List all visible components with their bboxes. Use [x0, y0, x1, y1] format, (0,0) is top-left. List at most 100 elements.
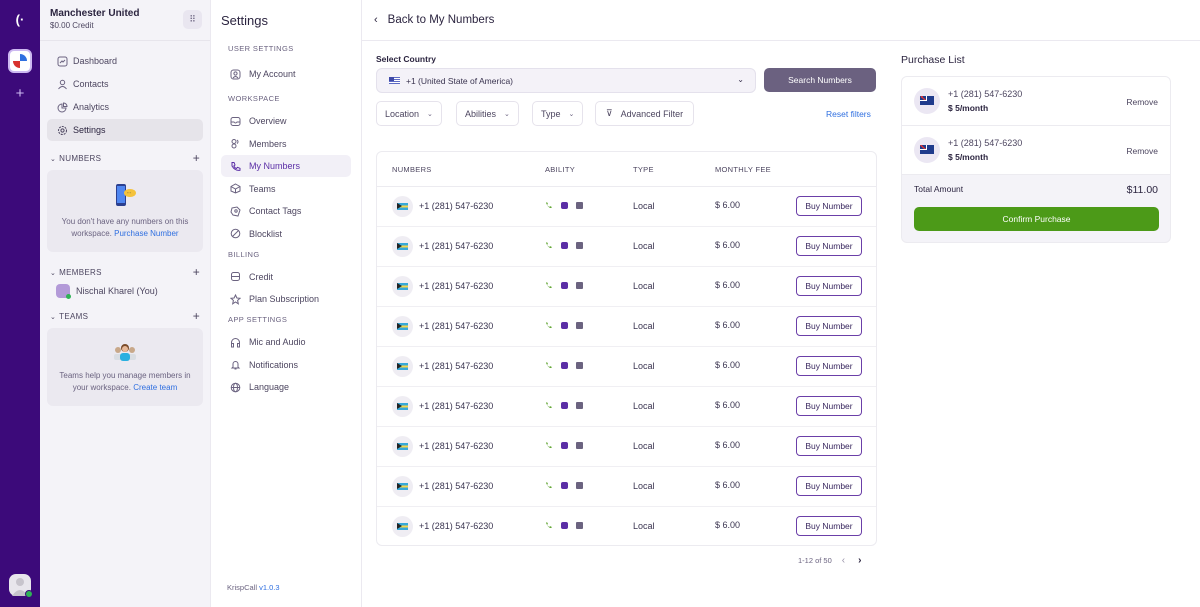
add-member-button[interactable]: + — [193, 265, 200, 279]
call-ability-icon — [546, 362, 552, 369]
numbers-empty-state: ··· You don't have any numbers on this w… — [47, 170, 203, 252]
remove-button[interactable]: Remove — [1126, 146, 1158, 156]
settings-item-teams[interactable]: Teams — [221, 178, 351, 200]
location-filter[interactable]: Location ⌄ — [376, 101, 442, 126]
workspace-switcher[interactable] — [8, 49, 32, 73]
workspace-credit: $0.00 Credit — [50, 21, 94, 30]
nav-label: Analytics — [73, 102, 110, 112]
member-item[interactable]: Nischal Kharel (You) — [40, 280, 210, 302]
database-icon — [230, 271, 241, 282]
buy-number-button[interactable]: Buy Number — [796, 196, 862, 216]
nav-analytics[interactable]: Analytics — [47, 96, 203, 118]
settings-item-my-account[interactable]: My Account — [221, 63, 351, 85]
bahamas-flag-icon — [397, 323, 408, 330]
nav-dashboard[interactable]: Dashboard — [47, 50, 203, 72]
phone-number: +1 (281) 547-6230 — [419, 361, 494, 371]
country-flag — [392, 516, 413, 537]
user-avatar[interactable] — [9, 574, 33, 598]
country-flag — [392, 436, 413, 457]
phone-icon — [230, 161, 241, 172]
version-number[interactable]: v1.0.3 — [259, 583, 279, 592]
filter-label: Location — [385, 108, 420, 119]
confirm-purchase-button[interactable]: Confirm Purchase — [914, 207, 1159, 231]
mms-ability-icon — [576, 482, 583, 489]
buy-number-button[interactable]: Buy Number — [796, 236, 862, 256]
settings-item-my-numbers[interactable]: My Numbers — [221, 155, 351, 177]
settings-item-label: My Account — [249, 69, 296, 79]
sms-ability-icon — [561, 202, 568, 209]
buy-number-button[interactable]: Buy Number — [796, 516, 862, 536]
table-row: +1 (281) 547-6230 Local $ 6.00 Buy Numbe… — [377, 227, 876, 267]
type-filter[interactable]: Type ⌄ — [532, 101, 584, 126]
add-team-button[interactable]: + — [193, 309, 200, 323]
settings-item-overview[interactable]: Overview — [221, 110, 351, 132]
settings-item-label: Mic and Audio — [249, 337, 306, 347]
settings-item-mic-audio[interactable]: Mic and Audio — [221, 331, 351, 353]
buy-number-button[interactable]: Buy Number — [796, 276, 862, 296]
settings-item-language[interactable]: Language — [221, 376, 351, 398]
app-version: KrispCall v1.0.3 — [227, 583, 280, 592]
table-row: +1 (281) 547-6230 Local $ 6.00 Buy Numbe… — [377, 507, 876, 545]
cube-icon — [230, 183, 241, 194]
call-ability-icon — [546, 202, 552, 209]
settings-title: Settings — [221, 13, 268, 28]
settings-item-notifications[interactable]: Notifications — [221, 354, 351, 376]
remove-button[interactable]: Remove — [1126, 97, 1158, 107]
pagination-range: 1-12 of 50 — [798, 556, 832, 565]
header-type: TYPE — [633, 165, 654, 174]
buy-number-button[interactable]: Buy Number — [796, 316, 862, 336]
account-icon — [230, 69, 241, 80]
call-ability-icon — [546, 482, 552, 489]
country-flag — [392, 356, 413, 377]
purchase-list: +1 (281) 547-6230 $ 5/month Remove +1 (2… — [901, 76, 1171, 243]
create-team-link[interactable]: Create team — [133, 383, 177, 392]
dialpad-button[interactable]: ⠿ — [183, 10, 202, 29]
abilities-filter[interactable]: Abilities ⌄ — [456, 101, 519, 126]
add-number-button[interactable]: + — [193, 151, 200, 165]
settings-item-contact-tags[interactable]: Contact Tags — [221, 200, 351, 222]
reset-filters-link[interactable]: Reset filters — [826, 109, 871, 119]
nav-contacts[interactable]: Contacts — [47, 73, 203, 95]
table-row: +1 (281) 547-6230 Local $ 6.00 Buy Numbe… — [377, 427, 876, 467]
bahamas-flag-icon — [397, 243, 408, 250]
next-page-button[interactable]: › — [858, 555, 861, 566]
country-select[interactable]: +1 (United State of America) ⌄ — [376, 68, 756, 93]
settings-item-blocklist[interactable]: Blocklist — [221, 223, 351, 245]
prev-page-button[interactable]: ‹ — [842, 555, 845, 566]
back-link[interactable]: ‹ Back to My Numbers — [362, 0, 1200, 41]
country-flag — [914, 88, 940, 114]
version-label: KrispCall — [227, 583, 258, 592]
mms-ability-icon — [576, 282, 583, 289]
chevron-down-icon: ⌄ — [427, 110, 433, 118]
settings-item-members[interactable]: Members — [221, 133, 351, 155]
settings-item-label: My Numbers — [249, 161, 301, 171]
settings-item-plan-subscription[interactable]: Plan Subscription — [221, 288, 351, 310]
filter-label: Abilities — [465, 108, 497, 119]
member-avatar — [56, 284, 71, 299]
buy-number-button[interactable]: Buy Number — [796, 436, 862, 456]
country-flag — [392, 316, 413, 337]
purchase-number-link[interactable]: Purchase Number — [114, 229, 178, 238]
add-workspace-button[interactable]: + — [10, 84, 30, 104]
teams-section-header[interactable]: ⌄ TEAMS + — [40, 308, 210, 324]
buy-number-button[interactable]: Buy Number — [796, 356, 862, 376]
settings-group-label: APP SETTINGS — [228, 315, 288, 324]
team-illustration-icon — [114, 344, 136, 361]
section-title: NUMBERS — [59, 153, 102, 163]
settings-item-credit[interactable]: Credit — [221, 266, 351, 288]
purchase-list-title: Purchase List — [901, 54, 965, 66]
numbers-section-header[interactable]: ⌄ NUMBERS + — [40, 150, 210, 166]
user-icon — [57, 79, 68, 90]
bell-icon — [230, 359, 241, 370]
members-section-header[interactable]: ⌄ MEMBERS + — [40, 264, 210, 280]
nav-settings[interactable]: Settings — [47, 119, 203, 141]
workspace-logo-icon — [13, 54, 27, 68]
advanced-filter-button[interactable]: ⊽ Advanced Filter — [595, 101, 695, 126]
number-type: Local — [633, 401, 655, 411]
settings-group-label: BILLING — [228, 249, 260, 259]
search-numbers-button[interactable]: Search Numbers — [764, 68, 876, 92]
buy-number-button[interactable]: Buy Number — [796, 396, 862, 416]
settings-sidebar: Settings USER SETTINGS My Account WORKSP… — [211, 0, 362, 607]
phone-chat-illustration-icon: ··· — [116, 184, 136, 206]
buy-number-button[interactable]: Buy Number — [796, 476, 862, 496]
